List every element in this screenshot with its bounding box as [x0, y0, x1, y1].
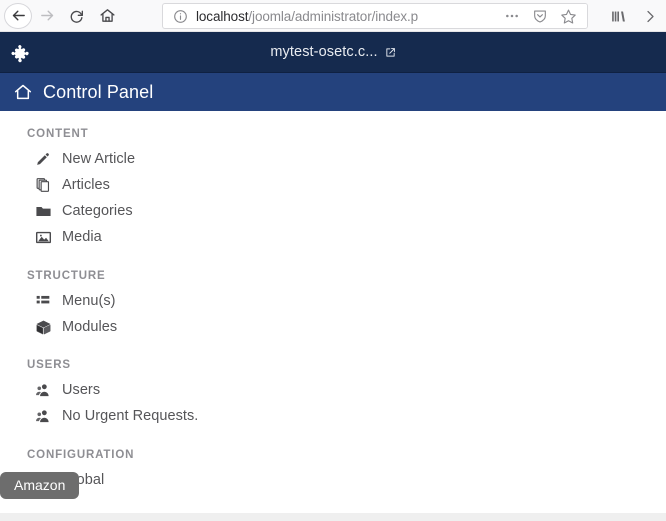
browser-toolbar-right: [602, 0, 666, 32]
reload-button[interactable]: [62, 2, 92, 30]
sidebar-item-label: Users: [62, 382, 101, 398]
url-text[interactable]: localhost/joomla/administrator/index.p: [196, 9, 499, 24]
overflow-chevron-icon[interactable]: [634, 0, 666, 32]
external-link-icon: [385, 47, 396, 58]
pencil-icon: [34, 150, 52, 168]
site-name-text: mytest-osetc.c...: [270, 44, 378, 60]
home-icon: [99, 7, 116, 24]
sidebar-item-label: Menu(s): [62, 293, 116, 309]
reload-icon: [69, 8, 85, 24]
section-heading-content: CONTENT: [27, 128, 89, 140]
users-icon: [34, 407, 52, 425]
list-icon: [34, 292, 52, 310]
sidebar-item-label: Articles: [62, 177, 110, 193]
home-icon[interactable]: [12, 81, 34, 103]
admin-sidebar-menu: CONTENT New Article Articles Categories …: [0, 111, 300, 493]
sidebar-item-label: Modules: [62, 319, 118, 335]
forward-button[interactable]: [32, 2, 62, 30]
control-panel-header: Control Panel: [0, 73, 666, 111]
library-icon[interactable]: [602, 0, 634, 32]
users-icon: [34, 381, 52, 399]
back-arrow-icon: [10, 7, 27, 24]
section-heading-configuration: CONFIGURATION: [27, 449, 135, 461]
browser-toolbar: localhost/joomla/administrator/index.p: [0, 0, 666, 32]
sidebar-item-media[interactable]: Media: [0, 224, 300, 250]
sidebar-item-label: New Article: [62, 151, 136, 167]
pocket-icon[interactable]: [527, 4, 553, 28]
page-title: Control Panel: [43, 81, 154, 102]
forward-arrow-icon: [39, 7, 56, 24]
sidebar-item-modules[interactable]: Modules: [0, 314, 300, 340]
page-actions-icon[interactable]: [499, 4, 525, 28]
folder-icon: [34, 202, 52, 220]
url-host: localhost: [196, 8, 249, 24]
section-heading-users: USERS: [27, 359, 71, 371]
amazon-tooltip: Amazon: [0, 472, 80, 499]
site-name-link[interactable]: mytest-osetc.c...: [0, 44, 666, 60]
sidebar-item-menus[interactable]: Menu(s): [0, 288, 300, 314]
home-button[interactable]: [92, 2, 122, 30]
section-heading-structure: STRUCTURE: [27, 270, 106, 282]
sidebar-item-new-article[interactable]: New Article: [0, 146, 300, 172]
sidebar-item-label: No Urgent Requests.: [62, 408, 199, 424]
site-info-icon[interactable]: [173, 9, 188, 24]
page-body: CONTENT New Article Articles Categories …: [0, 111, 666, 521]
image-icon: [34, 228, 52, 246]
sidebar-item-users[interactable]: Users: [0, 377, 300, 403]
sidebar-item-urgent-requests[interactable]: No Urgent Requests.: [0, 403, 300, 429]
back-button[interactable]: [4, 2, 32, 29]
sidebar-item-label: Categories: [62, 203, 133, 219]
joomla-admin-topbar: mytest-osetc.c...: [0, 32, 666, 73]
copy-stack-icon: [34, 176, 52, 194]
browser-nav-buttons: [0, 2, 122, 30]
cube-icon: [34, 318, 52, 336]
sidebar-item-label: Media: [62, 229, 102, 245]
bookmark-star-icon[interactable]: [555, 4, 581, 28]
sidebar-item-categories[interactable]: Categories: [0, 198, 300, 224]
urlbar-actions: [499, 4, 587, 28]
url-path: /joomla/administrator/index.p: [248, 8, 419, 24]
address-bar[interactable]: localhost/joomla/administrator/index.p: [162, 3, 588, 29]
sidebar-item-articles[interactable]: Articles: [0, 172, 300, 198]
